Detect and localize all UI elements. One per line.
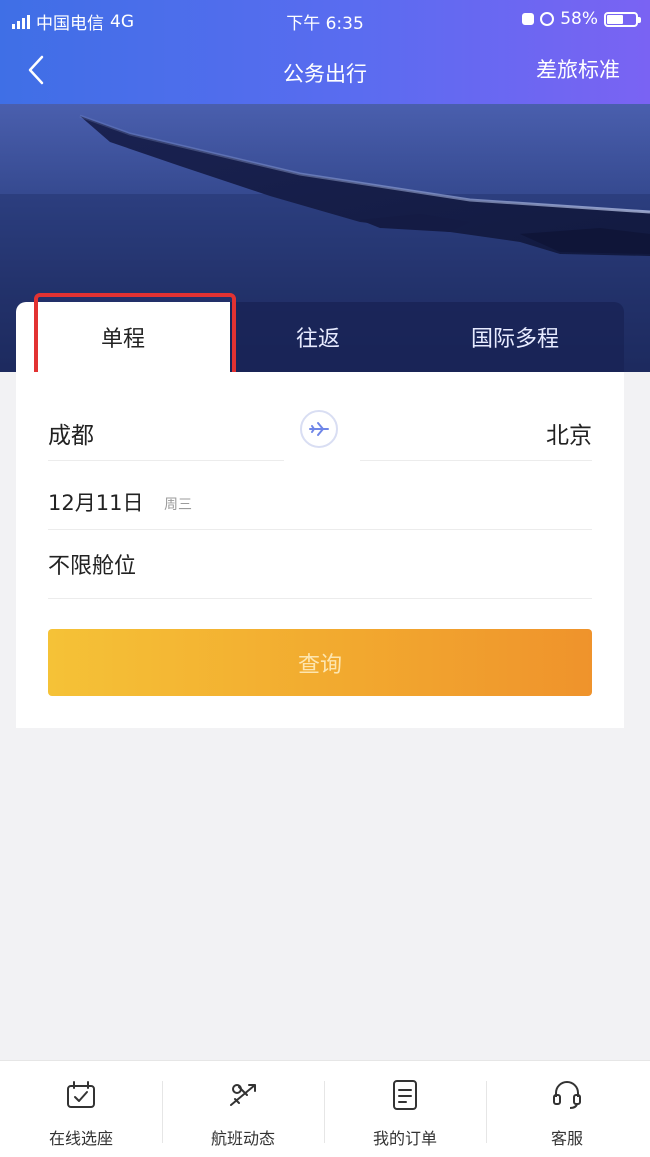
bottom-nav-customer-service[interactable]: 客服 (486, 1061, 648, 1157)
swap-cities-button[interactable] (300, 410, 338, 448)
arrival-city[interactable]: 北京 (546, 416, 592, 450)
departure-date[interactable]: 12月11日 (48, 487, 143, 517)
weekday-label: 周三 (164, 497, 192, 513)
departure-city[interactable]: 成都 (48, 416, 94, 450)
divider (48, 529, 592, 530)
order-document-icon (393, 1080, 417, 1110)
divider (48, 460, 284, 461)
rotation-lock-icon (540, 12, 555, 26)
bottom-nav-label: 我的订单 (372, 1129, 437, 1148)
bottom-nav-label: 客服 (550, 1129, 583, 1148)
battery-percent: 58% (560, 9, 598, 29)
bottom-nav-label: 航班动态 (210, 1129, 275, 1148)
highlight-box (34, 293, 236, 383)
divider (48, 598, 592, 599)
plane-swap-icon (309, 422, 329, 436)
bottom-nav-label: 在线选座 (48, 1129, 113, 1148)
header: 中国电信 4G 下午 6:35 58% 公务出行 差旅标准 (0, 0, 650, 104)
seat-check-icon (67, 1081, 95, 1108)
bottom-nav: 在线选座 航班动态 我的订单 客服 (0, 1060, 650, 1157)
travel-standard-link[interactable]: 差旅标准 (536, 54, 620, 84)
status-bar: 中国电信 4G 下午 6:35 58% (0, 0, 650, 38)
nav-bar: 公务出行 差旅标准 (0, 38, 650, 104)
bottom-nav-flight-status[interactable]: 航班动态 (162, 1061, 324, 1157)
bottom-nav-my-orders[interactable]: 我的订单 (324, 1061, 486, 1157)
cabin-class-selector[interactable]: 不限舱位 (48, 548, 136, 580)
tab-international-multi[interactable]: 国际多程 (406, 302, 624, 372)
flight-search-card: 成都 北京 12月11日 周三 不限舱位 查询 (16, 372, 624, 728)
plane-status-icon (230, 1084, 256, 1106)
divider (360, 460, 592, 461)
tab-round-trip[interactable]: 往返 (230, 302, 406, 372)
alarm-icon (522, 13, 535, 25)
clock: 下午 6:35 (286, 14, 364, 34)
headset-icon (553, 1081, 581, 1109)
battery-icon (604, 11, 641, 27)
search-button[interactable]: 查询 (48, 629, 592, 696)
bottom-nav-online-seat[interactable]: 在线选座 (0, 1061, 162, 1157)
